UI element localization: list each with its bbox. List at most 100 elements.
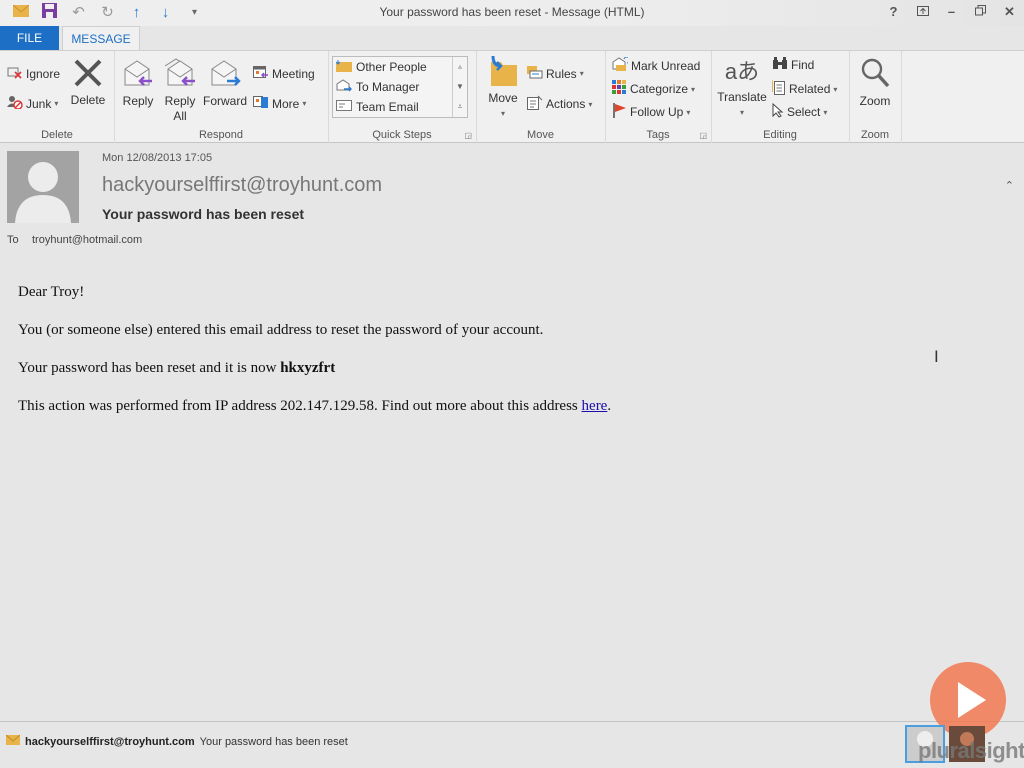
to-label: To [7,234,19,246]
group-zoom: Zoom Zoom [849,51,902,143]
related-button[interactable]: Related ▾ [772,80,837,98]
group-label-zoom: Zoom [860,129,890,141]
recipient-email[interactable]: troyhunt@hotmail.com [32,234,142,246]
chevron-down-icon: ▾ [588,99,593,109]
more-button[interactable]: More ▾ [253,95,306,112]
magnifier-icon [855,57,895,92]
quick-steps-gallery: Other People To Manager Team Email ▲ ▼ ⩡ [332,56,468,118]
reply-button[interactable]: Reply [120,57,156,108]
dialog-launcher-icon[interactable]: ◲ [699,131,707,140]
reply-icon [120,57,156,92]
group-label-editing: Editing [763,129,797,141]
related-document-icon [772,80,786,98]
chevron-down-icon: ▾ [686,107,691,117]
minimize-icon[interactable]: – [937,2,966,22]
move-folder-icon [484,55,522,89]
chevron-down-icon: ▾ [302,99,307,108]
quick-step-other-people[interactable]: Other People [333,57,467,77]
title-bar: ↶ ↻ ↑ ↓ ▾ Your password has been reset -… [0,0,1024,26]
people-pane-subject: Your password has been reset [199,735,348,748]
expand-gallery-icon[interactable]: ⩡ [453,97,467,117]
chevron-down-icon: ▾ [739,108,744,117]
team-email-icon [336,100,352,114]
message-subject: Your password has been reset [102,206,305,222]
quick-step-to-manager[interactable]: To Manager [333,77,467,97]
body-line-1: You (or someone else) entered this email… [18,322,544,338]
chevron-down-icon: ▾ [579,69,584,78]
ribbon-display-options-icon[interactable] [908,2,937,22]
people-pane-sender: hackyourselffirst@troyhunt.com [25,735,195,748]
follow-up-button[interactable]: Follow Up ▾ [612,103,690,121]
body-line-2: Your password has been reset and it is n… [18,360,336,376]
delete-button[interactable]: Delete [70,58,106,107]
group-label-respond: Respond [198,129,244,141]
dialog-launcher-icon[interactable]: ◲ [464,131,472,140]
close-icon[interactable]: ✕ [995,2,1024,22]
meeting-button[interactable]: Meeting [253,65,315,82]
text-cursor-icon: I [934,347,939,366]
chevron-down-icon: ▾ [833,84,838,94]
quick-steps-scrollbar[interactable]: ▲ ▼ ⩡ [452,57,467,117]
group-label-move: Move [527,129,554,141]
quick-step-team-email[interactable]: Team Email [333,97,467,117]
new-password: hkxyzfrt [280,360,336,376]
ignore-icon [7,65,23,82]
move-button[interactable]: Move ▾ [484,55,522,119]
more-icon [253,95,269,112]
help-icon[interactable]: ? [879,2,908,22]
people-pane-summary[interactable]: hackyourselffirst@troyhunt.com Your pass… [5,734,348,748]
group-label-tags: Tags [646,129,670,141]
body-greeting: Dear Troy! [18,284,85,300]
group-tags: Mark Unread Categorize ▾ Follow Up ▾ Tags … [605,51,712,143]
group-label-quick-steps: Quick Steps [372,129,432,141]
window-title: Your password has been reset - Message (… [379,5,645,19]
actions-icon [527,95,543,113]
scroll-down-icon[interactable]: ▼ [453,77,467,97]
categorize-button[interactable]: Categorize ▾ [612,80,695,98]
group-delete: Ignore Junk ▾ Delete Delete [0,51,115,143]
categorize-icon [612,80,627,98]
brand-watermark: pluralsight [918,738,1024,763]
tab-file[interactable]: FILE [0,26,59,50]
chevron-down-icon: ▾ [54,99,59,108]
people-pane-bar: hackyourselffirst@troyhunt.com Your pass… [0,721,1024,768]
scroll-up-icon[interactable]: ▲ [453,57,467,77]
translate-button[interactable]: aあ Translate ▾ [715,56,769,118]
mark-unread-icon [612,56,631,74]
mark-unread-button[interactable]: Mark Unread [612,56,700,74]
reply-all-icon [162,57,198,92]
chevron-down-icon: ▾ [691,84,696,94]
tab-message[interactable]: MESSAGE [62,26,140,50]
sender-email[interactable]: hackyourselffirst@troyhunt.com [102,174,382,197]
binoculars-icon [772,57,788,73]
chevron-down-icon: ▾ [823,107,828,117]
actions-button[interactable]: Actions ▾ [527,95,592,113]
group-respond: Reply Reply All Forward Meeting More ▾ Re… [114,51,329,143]
rules-button[interactable]: Rules ▾ [527,65,584,82]
mail-forward-icon [336,79,352,95]
junk-button[interactable]: Junk ▾ [7,95,58,112]
window-controls: ? – ✕ [879,2,1024,22]
junk-icon [7,95,23,112]
forward-button[interactable]: Forward [202,57,248,108]
message-body: Dear Troy! You (or someone else) entered… [18,283,611,435]
find-button[interactable]: Find [772,57,814,73]
ip-info-link[interactable]: here [582,398,608,414]
flag-icon [612,103,627,121]
rules-icon [527,65,543,82]
reply-all-button[interactable]: Reply All [162,57,198,124]
envelope-icon [5,734,21,748]
cursor-select-icon [772,102,784,121]
restore-icon[interactable] [966,2,995,22]
chevron-down-icon: ▾ [500,109,505,118]
ignore-button[interactable]: Ignore [7,65,60,82]
ribbon: Ignore Junk ▾ Delete Delete Reply Reply A… [0,50,1024,192]
zoom-button[interactable]: Zoom [855,57,895,108]
meeting-icon [253,65,269,82]
sender-avatar [7,151,79,223]
select-button[interactable]: Select ▾ [772,102,828,121]
delete-x-icon [70,58,106,91]
ribbon-tabs: FILE MESSAGE [0,26,1024,50]
message-header: Mon 12/08/2013 17:05 hackyourselffirst@t… [0,143,1024,253]
folder-move-icon [335,59,352,75]
